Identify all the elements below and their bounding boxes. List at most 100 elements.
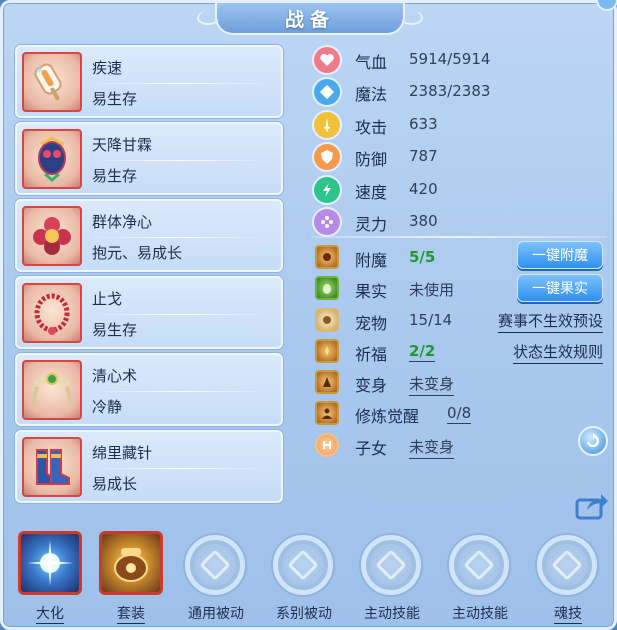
divider [89, 468, 271, 469]
tab-soul-skill[interactable]: 魂技 [529, 531, 607, 627]
popsicle-icon: ❄ [22, 52, 82, 112]
fruit-row: 果实 未使用 一键果实 [311, 272, 611, 303]
blessing-value[interactable]: 2/2 [409, 342, 436, 362]
mask-icon [22, 129, 82, 189]
skill-name: 疾速 [92, 59, 123, 77]
tab-label: 通用被动 [188, 606, 244, 622]
shield-icon [314, 144, 340, 171]
empty-slot-icon [449, 535, 509, 595]
skill-tags: 易生存 [92, 321, 138, 339]
stat-label: 气血 [355, 53, 388, 72]
tournament-preset-link[interactable]: 赛事不生效预设 [497, 310, 603, 333]
awaken-label: 修炼觉醒 [355, 407, 420, 427]
tab-active-skill-1[interactable]: 主动技能 [353, 531, 431, 627]
skill-tags: 易生存 [92, 167, 138, 185]
stat-value: 787 [409, 147, 438, 166]
skill-name: 群体净心 [92, 213, 153, 231]
skill-name: 绵里藏针 [92, 444, 153, 462]
treasure-pot-icon [99, 531, 163, 595]
stat-row-defense: 防御 787 [311, 140, 611, 172]
tab-general-passive[interactable]: 通用被动 [177, 531, 255, 627]
refresh-orb-button[interactable] [578, 426, 608, 456]
tab-school-passive[interactable]: 系别被动 [265, 531, 343, 627]
empty-slot-icon [361, 535, 421, 595]
attribute-stats: 气血 5914/5914 魔法 2383/2383 攻击 633 防御 787 [311, 43, 611, 237]
stat-value: 5914/5914 [409, 50, 491, 68]
enchant-row: 附魔 5/5 一键附魔 [311, 241, 611, 272]
svg-text:❄: ❄ [35, 65, 43, 76]
stat-row-speed: 速度 420 [311, 173, 611, 205]
fruit-label: 果实 [355, 282, 388, 302]
stat-label: 速度 [355, 182, 388, 202]
divider [89, 237, 271, 238]
awaken-icon [315, 401, 339, 426]
skill-tags: 冷静 [92, 398, 123, 416]
tab-active-skill-2[interactable]: 主动技能 [441, 531, 519, 627]
skill-tags: 易成长 [92, 475, 138, 493]
fruit-icon [315, 276, 339, 301]
transform-row: 变身 未变身 [311, 366, 611, 397]
tab-set[interactable]: 套装 [92, 531, 170, 627]
stat-value: 633 [409, 114, 438, 133]
bead-necklace-icon [22, 283, 82, 343]
mana-icon [314, 79, 340, 106]
tab-label: 主动技能 [364, 606, 420, 622]
blessing-label: 祈福 [355, 344, 388, 364]
one-click-enchant-button[interactable]: 一键附魔 [517, 241, 603, 269]
skill-name: 清心术 [92, 367, 138, 385]
skill-card[interactable]: 清心术 冷静 [15, 353, 283, 426]
transform-value[interactable]: 未变身 [409, 373, 455, 397]
pet-value: 15/14 [409, 310, 453, 329]
child-row: 子女 未变身 [311, 429, 611, 460]
tab-label: 主动技能 [452, 606, 508, 622]
tab-label: 大化 [36, 606, 64, 624]
skill-tags: 易生存 [92, 90, 138, 108]
empty-slot-icon [273, 535, 333, 595]
skill-card[interactable]: 绵里藏针 易成长 [15, 430, 283, 503]
bottom-tab-bar: 大化 套装 通用被动 系别被动 主动技能 主动技能 魂技 [11, 531, 611, 627]
status-rules-link[interactable]: 状态生效规则 [512, 341, 603, 364]
fruit-value: 未使用 [409, 281, 455, 300]
divider [89, 391, 271, 392]
share-icon[interactable] [575, 490, 609, 520]
tab-label: 魂技 [554, 606, 582, 624]
blessing-row: 祈福 2/2 状态生效规则 [311, 335, 611, 366]
enchant-label: 附魔 [355, 251, 388, 270]
stat-value: 380 [409, 211, 438, 230]
stat-label: 魔法 [355, 85, 388, 105]
skill-name: 天降甘霖 [92, 136, 153, 154]
window-title: 战备 [284, 8, 335, 31]
stat-row-attack: 攻击 633 [311, 108, 611, 140]
equipment-panel: 战备 ❄ 疾速 易生存 天降甘霖 易生存 群体净心 抱元、易成长 止戈 易生存 … [0, 0, 617, 630]
transform-label: 变身 [355, 376, 388, 396]
skill-card[interactable]: 止戈 易生存 [15, 276, 283, 349]
pet-label: 宠物 [355, 313, 388, 333]
skill-card[interactable]: ❄ 疾速 易生存 [15, 45, 283, 118]
corner-gem-icon [596, 0, 617, 11]
empty-slot-icon [537, 535, 597, 595]
section-divider [311, 236, 607, 238]
skill-list: ❄ 疾速 易生存 天降甘霖 易生存 群体净心 抱元、易成长 止戈 易生存 清心术… [15, 45, 283, 507]
tab-label: 系别被动 [276, 606, 332, 622]
tab-dahua[interactable]: 大化 [11, 531, 89, 627]
skill-card[interactable]: 群体净心 抱元、易成长 [15, 199, 283, 272]
divider [89, 314, 271, 315]
boots-icon [22, 437, 82, 497]
awaken-row: 修炼觉醒 0/8 [311, 397, 611, 428]
scroll-curl-left-icon [197, 11, 219, 25]
stat-label: 灵力 [355, 214, 388, 234]
stat-label: 攻击 [355, 117, 388, 137]
stat-row-mp: 魔法 2383/2383 [311, 75, 611, 107]
starburst-icon [18, 531, 82, 595]
child-value[interactable]: 未变身 [409, 436, 455, 459]
skill-tags: 抱元、易成长 [92, 244, 183, 262]
blessing-icon [315, 338, 339, 363]
stat-label: 防御 [355, 150, 388, 170]
pet-icon [315, 307, 339, 332]
divider [89, 160, 271, 161]
skill-card[interactable]: 天降甘霖 易生存 [15, 122, 283, 195]
enchant-value: 5/5 [409, 248, 436, 266]
window-title-plate: 战备 [197, 3, 423, 35]
awaken-value[interactable]: 0/8 [447, 404, 472, 425]
one-click-fruit-button[interactable]: 一键果实 [517, 274, 603, 303]
